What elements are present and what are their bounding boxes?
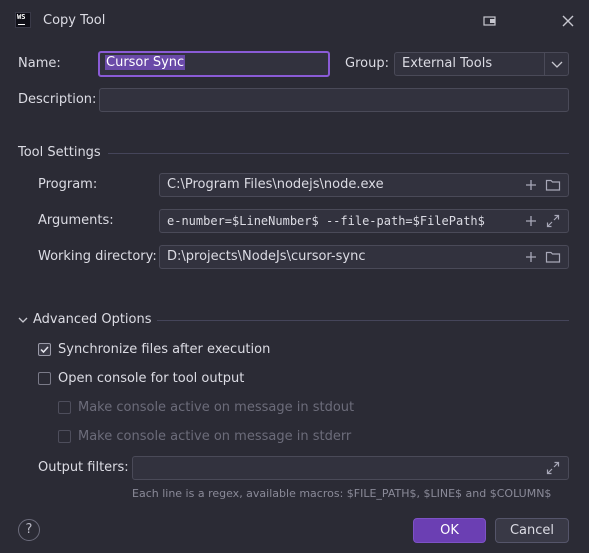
description-input[interactable] (99, 88, 569, 112)
console-active-stderr-label: Make console active on message in stderr (78, 429, 352, 444)
name-label: Name: (18, 56, 61, 71)
working-directory-browse-folder-icon[interactable] (545, 249, 561, 265)
help-button[interactable]: ? (18, 519, 40, 541)
chevron-down-icon (551, 61, 563, 68)
working-directory-input-value: D:\projects\NodeJs\cursor-sync (167, 249, 366, 264)
window-title: Copy Tool (43, 13, 106, 28)
chevron-down-icon (18, 317, 28, 323)
program-browse-folder-icon[interactable] (545, 177, 561, 193)
synchronize-files-label[interactable]: Synchronize files after execution (58, 342, 270, 357)
arguments-input[interactable]: e-number=$LineNumber$ --file-path=$FileP… (159, 209, 569, 233)
output-filters-expand-icon[interactable] (545, 460, 561, 476)
open-console-label[interactable]: Open console for tool output (58, 371, 244, 386)
advanced-options-heading[interactable]: Advanced Options (33, 312, 152, 327)
restore-window-icon[interactable] (482, 13, 498, 29)
ok-button[interactable]: OK (413, 518, 486, 543)
output-filters-input[interactable] (132, 456, 569, 480)
arguments-expand-icon[interactable] (545, 213, 561, 229)
close-window-icon[interactable] (559, 12, 577, 30)
program-add-macro-icon[interactable] (523, 177, 539, 193)
tool-settings-heading: Tool Settings (18, 145, 101, 160)
cancel-button[interactable]: Cancel (495, 518, 569, 543)
program-input-value: C:\Program Files\nodejs\node.exe (167, 177, 384, 192)
console-active-stdout-checkbox (58, 401, 71, 414)
open-console-checkbox[interactable] (38, 372, 51, 385)
program-label: Program: (38, 177, 98, 192)
webstorm-app-icon: WS (15, 12, 31, 28)
group-select-value: External Tools (402, 56, 493, 71)
name-input[interactable]: Cursor Sync (98, 51, 330, 77)
app-icon-label: WS (17, 13, 26, 21)
arguments-add-macro-icon[interactable] (523, 213, 539, 229)
description-label: Description: (18, 92, 97, 107)
working-directory-label: Working directory: (38, 249, 157, 264)
tool-settings-divider (108, 153, 569, 154)
arguments-label: Arguments: (38, 213, 114, 228)
group-dropdown-button[interactable] (544, 53, 569, 75)
console-active-stdout-label: Make console active on message in stdout (78, 400, 355, 415)
output-filters-label: Output filters: (38, 460, 129, 475)
working-directory-input[interactable]: D:\projects\NodeJs\cursor-sync (159, 245, 569, 269)
name-input-value: Cursor Sync (105, 55, 186, 70)
advanced-options-toggle[interactable] (16, 313, 30, 327)
console-active-stderr-checkbox (58, 430, 71, 443)
arguments-input-value: e-number=$LineNumber$ --file-path=$FileP… (167, 214, 485, 228)
synchronize-files-checkbox[interactable] (38, 343, 51, 356)
working-directory-add-macro-icon[interactable] (523, 249, 539, 265)
advanced-options-divider (157, 320, 569, 321)
group-select[interactable]: External Tools (394, 52, 569, 76)
checkmark-icon (40, 346, 49, 354)
program-input[interactable]: C:\Program Files\nodejs\node.exe (159, 173, 569, 197)
output-filters-hint: Each line is a regex, available macros: … (132, 487, 552, 500)
group-label: Group: (345, 56, 389, 71)
